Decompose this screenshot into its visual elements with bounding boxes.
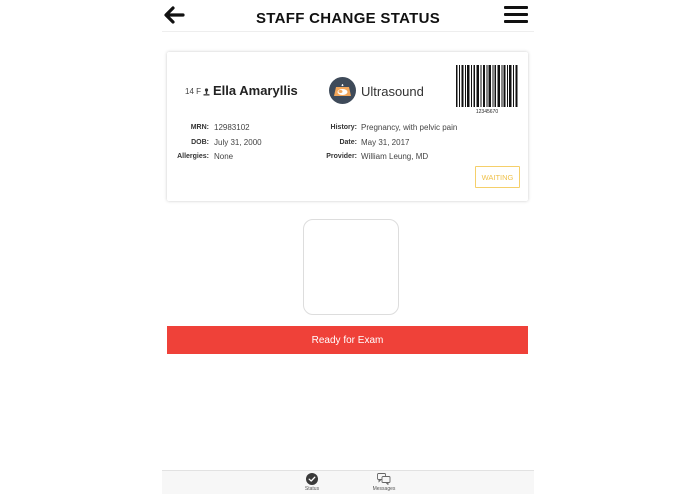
- provider-label: Provider:: [326, 153, 357, 160]
- history-label: History:: [330, 124, 357, 131]
- chat-bubbles-icon: [377, 473, 391, 485]
- barcode-number: 12345670: [475, 109, 499, 115]
- dob-label: DOB:: [191, 139, 209, 146]
- check-circle-icon: [306, 473, 318, 485]
- patient-name: Ella Amaryllis: [213, 83, 298, 98]
- ready-for-exam-button[interactable]: Ready for Exam: [167, 326, 528, 354]
- patient-photo[interactable]: [303, 219, 399, 315]
- dob-value: July 31, 2000: [214, 138, 262, 147]
- barcode-icon: [456, 65, 518, 107]
- date-value: May 31, 2017: [361, 138, 410, 147]
- mrn-value: 12983102: [214, 123, 250, 132]
- person-icon: [203, 87, 210, 95]
- age-sex-text: 14 F: [185, 87, 202, 96]
- ultrasound-icon: [329, 77, 356, 104]
- allergies-label: Allergies:: [177, 153, 209, 160]
- patient-card: 14 F Ella Amaryllis Ultrasound 12345670 …: [167, 52, 528, 201]
- hamburger-menu-icon: [504, 6, 528, 23]
- header-divider: [162, 31, 534, 32]
- exam-type: Ultrasound: [361, 84, 424, 99]
- menu-button[interactable]: [504, 2, 528, 26]
- date-label: Date:: [339, 139, 357, 146]
- tab-status-label: Status: [304, 486, 320, 492]
- provider-value: William Leung, MD: [361, 152, 429, 161]
- tab-status[interactable]: Status: [292, 471, 332, 494]
- mrn-label: MRN:: [190, 124, 209, 131]
- patient-age-sex: 14 F: [185, 87, 210, 96]
- tab-bar: Status Messages: [162, 470, 534, 494]
- history-value: Pregnancy, with pelvic pain: [361, 123, 458, 132]
- page-title: STAFF CHANGE STATUS: [255, 10, 441, 27]
- tab-messages[interactable]: Messages: [364, 471, 404, 494]
- allergies-value: None: [214, 152, 234, 161]
- ready-for-exam-label: Ready for Exam: [311, 334, 384, 346]
- tab-messages-label: Messages: [372, 486, 396, 492]
- status-badge: WAITING: [475, 166, 520, 188]
